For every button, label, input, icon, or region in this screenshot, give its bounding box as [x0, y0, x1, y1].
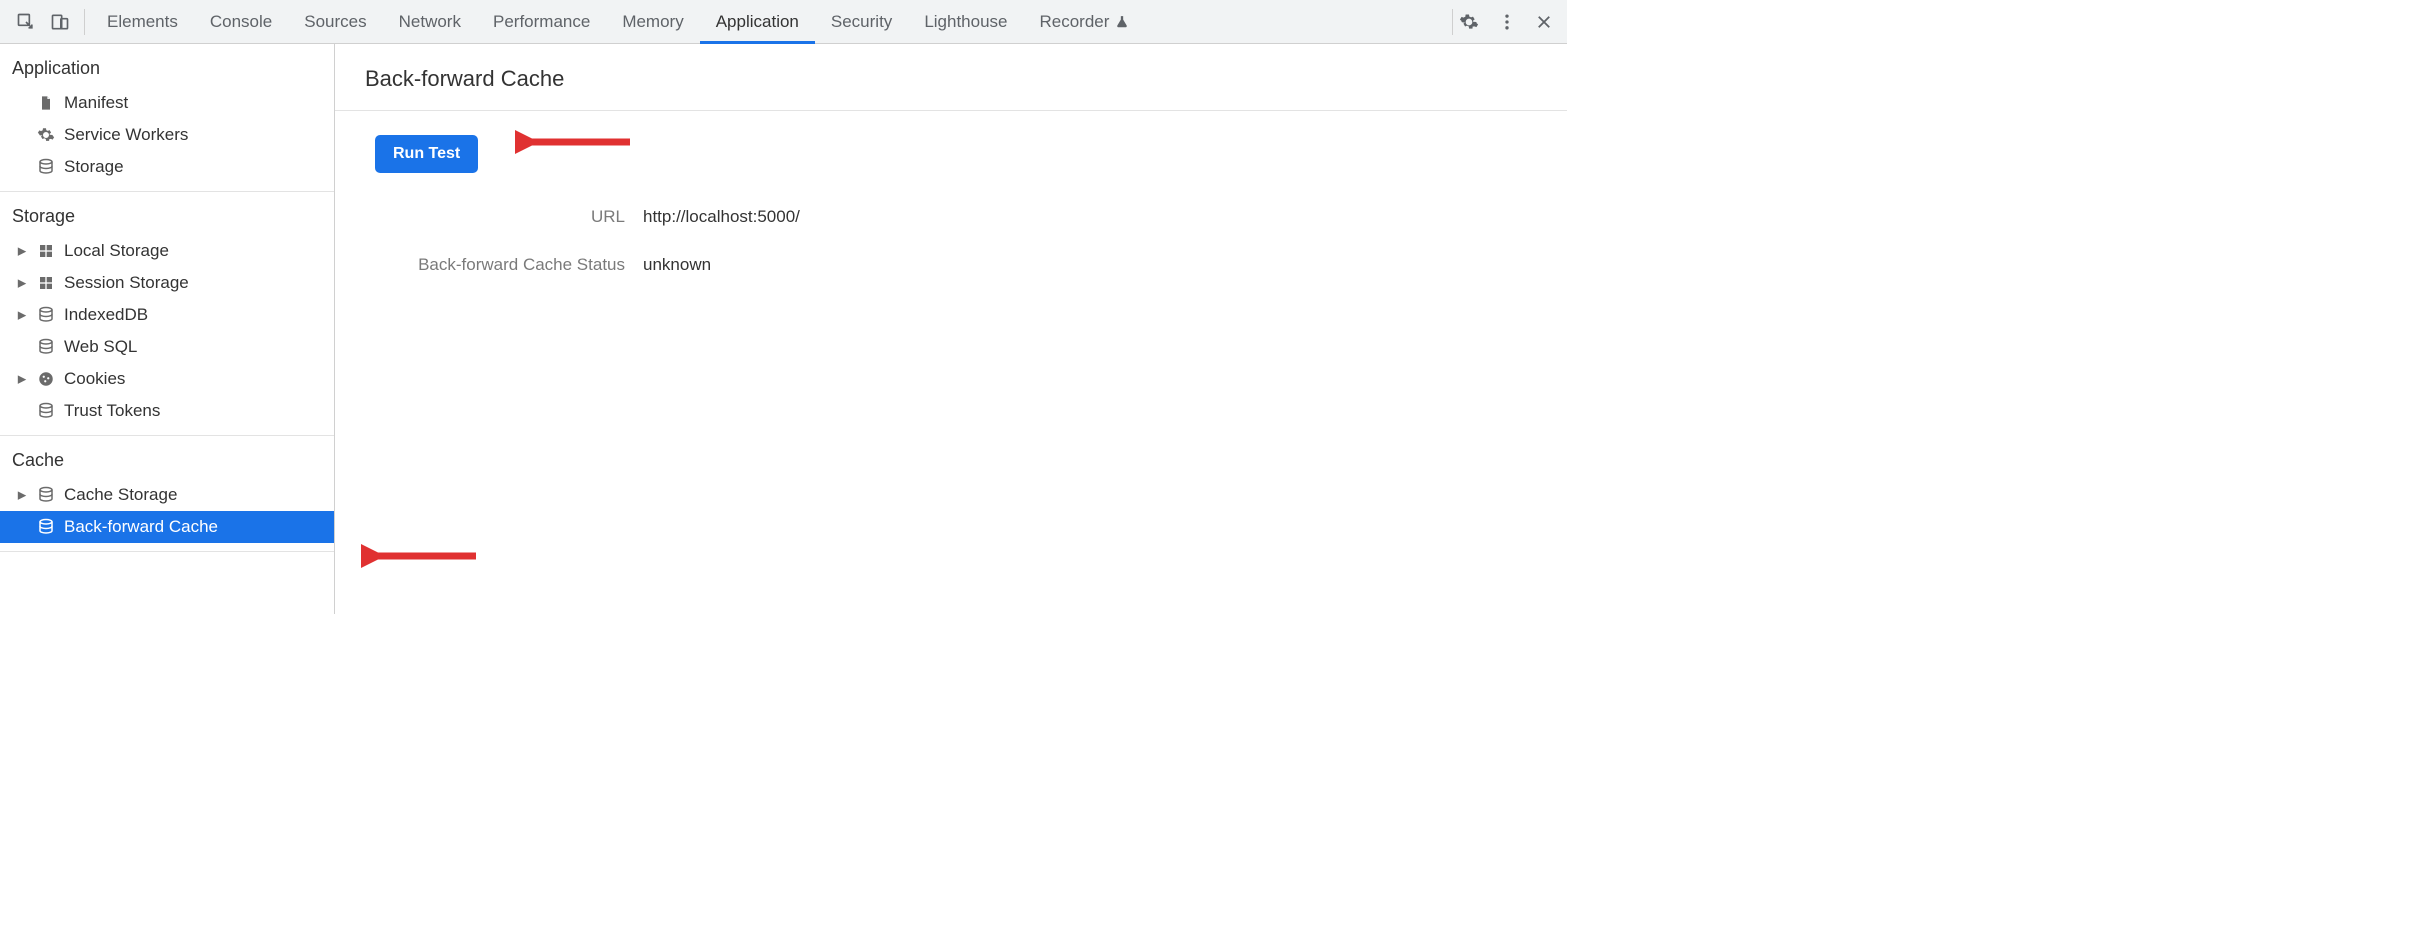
- sidebar-item-service-workers[interactable]: ▸ Service Workers: [0, 119, 334, 151]
- url-label: URL: [375, 207, 625, 227]
- device-toggle-icon[interactable]: [50, 12, 70, 32]
- topbar-right-icons: [1459, 12, 1567, 32]
- sidebar-item-label: IndexedDB: [64, 305, 148, 325]
- grid-icon: [36, 241, 56, 261]
- section-application-tree: ▸ Manifest ▸ Service Workers ▸ Storage: [0, 87, 334, 191]
- devtools-body: Application ▸ Manifest ▸ Service Workers…: [0, 44, 1567, 614]
- tab-elements[interactable]: Elements: [91, 0, 194, 43]
- section-header-cache: Cache: [0, 436, 334, 479]
- db-icon: [36, 305, 56, 325]
- sidebar-item-manifest[interactable]: ▸ Manifest: [0, 87, 334, 119]
- tab-sources[interactable]: Sources: [288, 0, 382, 43]
- grid-icon: [36, 273, 56, 293]
- annotation-arrow-icon: [361, 541, 481, 571]
- topbar-divider: [84, 9, 85, 35]
- application-sidebar: Application ▸ Manifest ▸ Service Workers…: [0, 44, 335, 614]
- sidebar-item-label: Cookies: [64, 369, 125, 389]
- tab-memory[interactable]: Memory: [606, 0, 699, 43]
- db-icon: [36, 337, 56, 357]
- db-icon: [36, 517, 56, 537]
- sidebar-item-trust-tokens[interactable]: ▸ Trust Tokens: [0, 395, 334, 427]
- topbar-tabs: Elements Console Sources Network Perform…: [91, 0, 1145, 43]
- topbar-lead-icons: [6, 12, 80, 32]
- tab-performance[interactable]: Performance: [477, 0, 606, 43]
- close-icon[interactable]: [1535, 13, 1553, 31]
- sidebar-item-session-storage[interactable]: ▸ Session Storage: [0, 267, 334, 299]
- sidebar-item-storage[interactable]: ▸ Storage: [0, 151, 334, 183]
- annotation-arrow-icon: [515, 127, 635, 157]
- sidebar-item-label: Service Workers: [64, 125, 188, 145]
- run-test-button[interactable]: Run Test: [375, 135, 478, 173]
- bfcache-table: URL http://localhost:5000/ Back-forward …: [375, 207, 1075, 275]
- sidebar-item-label: Local Storage: [64, 241, 169, 261]
- sidebar-item-bfcache[interactable]: ▸ Back-forward Cache: [0, 511, 334, 543]
- twisty-icon[interactable]: ▸: [16, 309, 28, 321]
- twisty-icon[interactable]: ▸: [16, 277, 28, 289]
- topbar-divider-right: [1452, 9, 1453, 35]
- sidebar-item-cookies[interactable]: ▸ Cookies: [0, 363, 334, 395]
- sidebar-item-label: Manifest: [64, 93, 128, 113]
- sidebar-item-label: Trust Tokens: [64, 401, 160, 421]
- sidebar-item-label: Web SQL: [64, 337, 137, 357]
- page-title: Back-forward Cache: [335, 44, 1567, 111]
- settings-icon[interactable]: [1459, 12, 1479, 32]
- tab-network[interactable]: Network: [383, 0, 477, 43]
- status-label: Back-forward Cache Status: [375, 255, 625, 275]
- sidebar-item-web-sql[interactable]: ▸ Web SQL: [0, 331, 334, 363]
- db-icon: [36, 157, 56, 177]
- db-icon: [36, 485, 56, 505]
- file-icon: [36, 93, 56, 113]
- tab-recorder[interactable]: Recorder: [1024, 0, 1146, 43]
- section-separator: [0, 551, 334, 552]
- twisty-icon[interactable]: ▸: [16, 373, 28, 385]
- tab-security[interactable]: Security: [815, 0, 908, 43]
- devtools-topbar: Elements Console Sources Network Perform…: [0, 0, 1567, 44]
- more-vert-icon[interactable]: [1497, 12, 1517, 32]
- section-storage-tree: ▸ Local Storage ▸ Session Storage ▸ Inde…: [0, 235, 334, 435]
- section-header-storage: Storage: [0, 192, 334, 235]
- main-content: Run Test URL http://localhost:5000/ Back…: [335, 111, 1567, 299]
- flask-icon: [1115, 15, 1129, 29]
- sidebar-item-label: Back-forward Cache: [64, 517, 218, 537]
- main-panel: Back-forward Cache Run Test URL http://l…: [335, 44, 1567, 614]
- sidebar-item-indexeddb[interactable]: ▸ IndexedDB: [0, 299, 334, 331]
- tab-console[interactable]: Console: [194, 0, 288, 43]
- tab-lighthouse[interactable]: Lighthouse: [908, 0, 1023, 43]
- url-value: http://localhost:5000/: [643, 207, 1075, 227]
- section-header-application: Application: [0, 44, 334, 87]
- cookie-icon: [36, 369, 56, 389]
- sidebar-item-label: Session Storage: [64, 273, 189, 293]
- twisty-icon[interactable]: ▸: [16, 489, 28, 501]
- sidebar-item-label: Storage: [64, 157, 124, 177]
- sidebar-item-label: Cache Storage: [64, 485, 177, 505]
- twisty-icon[interactable]: ▸: [16, 245, 28, 257]
- db-icon: [36, 401, 56, 421]
- inspect-icon[interactable]: [16, 12, 36, 32]
- sidebar-item-cache-storage[interactable]: ▸ Cache Storage: [0, 479, 334, 511]
- status-value: unknown: [643, 255, 1075, 275]
- section-cache-tree: ▸ Cache Storage ▸ Back-forward Cache: [0, 479, 334, 551]
- sidebar-item-local-storage[interactable]: ▸ Local Storage: [0, 235, 334, 267]
- gear-icon: [36, 125, 56, 145]
- tab-application[interactable]: Application: [700, 0, 815, 43]
